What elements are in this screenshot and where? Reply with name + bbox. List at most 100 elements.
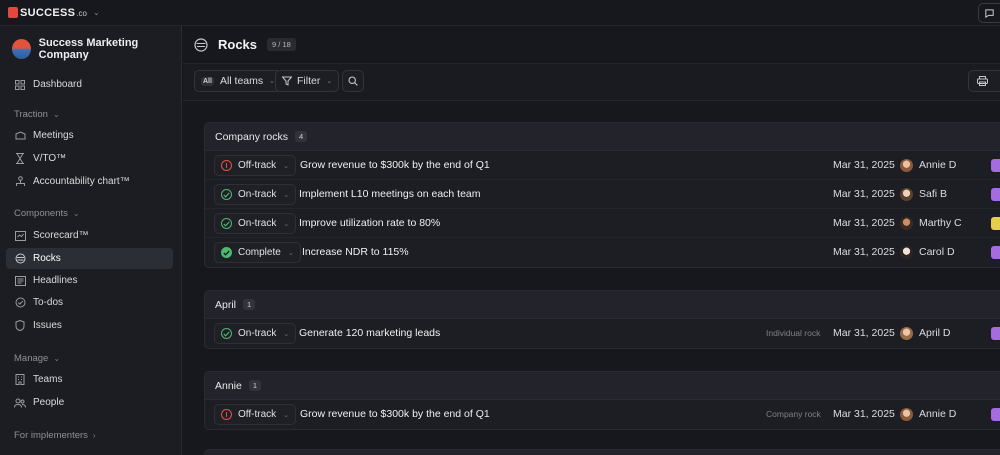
due-date[interactable]: Mar 31, 2025 <box>833 159 895 171</box>
rock-icon <box>14 253 26 265</box>
section-for-implementers[interactable]: For implementers › <box>14 430 96 441</box>
sidebar-item-accountability-chart[interactable]: Accountability chart™ <box>6 171 173 192</box>
sidebar-item-todos[interactable]: To-dos <box>6 292 173 313</box>
rock-title[interactable]: Grow revenue to $300k by the end of Q1 <box>300 408 490 420</box>
tag-badge[interactable] <box>991 246 1000 259</box>
owner-name[interactable]: Annie D <box>919 159 956 171</box>
chevron-down-icon: ⌄ <box>283 411 290 419</box>
owner-name[interactable]: Marthy C <box>919 217 962 229</box>
workspace-switcher[interactable]: SUCCESS .co ⌄ <box>8 7 100 19</box>
shield-icon <box>14 320 26 332</box>
chevron-down-icon: ⌄ <box>52 110 60 119</box>
sidebar-item-dashboard[interactable]: Dashboard <box>6 74 173 95</box>
avatar <box>900 159 913 172</box>
organization-avatar <box>12 39 31 59</box>
chevron-down-icon: ⌄ <box>92 8 100 17</box>
rock-title[interactable]: Generate 120 marketing leads <box>299 327 440 339</box>
owner-name[interactable]: April D <box>919 327 951 339</box>
org-chart-icon <box>14 176 26 188</box>
rock-title[interactable]: Grow revenue to $300k by the end of Q1 <box>300 159 490 171</box>
sidebar-item-issues[interactable]: Issues <box>6 315 173 336</box>
rock-row[interactable]: Complete ⌄ Increase NDR to 115% Mar 31, … <box>205 238 1000 267</box>
sidebar-item-label: People <box>33 397 65 408</box>
sidebar-item-label: To-dos <box>33 297 64 308</box>
status-dropdown[interactable]: On-track ⌄ <box>214 213 297 234</box>
status-label: On-track <box>238 189 277 200</box>
tag-badge[interactable] <box>991 408 1000 421</box>
printer-icon <box>977 76 988 86</box>
check-circle-icon <box>14 297 26 309</box>
rock-title[interactable]: Implement L10 meetings on each team <box>299 188 481 200</box>
status-dropdown[interactable]: Off-track ⌄ <box>214 404 297 425</box>
tag-badge[interactable] <box>991 217 1000 230</box>
section-traction[interactable]: Traction ⌄ <box>14 109 60 120</box>
chat-button[interactable] <box>978 3 1000 23</box>
filter-icon <box>282 76 292 86</box>
due-date[interactable]: Mar 31, 2025 <box>833 246 895 258</box>
owner-name[interactable]: Carol D <box>919 246 955 258</box>
rock-row[interactable]: On-track ⌄ Generate 120 marketing leads … <box>205 319 1000 348</box>
group-header[interactable]: Annie 1 <box>205 372 1000 400</box>
rock-type-label: Individual rock <box>766 328 821 338</box>
alert-circle-icon <box>221 160 232 171</box>
rock-count-badge: 9 / 18 <box>267 38 296 51</box>
group-title: April <box>215 298 237 311</box>
due-date[interactable]: Mar 31, 2025 <box>833 217 895 229</box>
due-date[interactable]: Mar 31, 2025 <box>833 408 895 420</box>
tag-badge[interactable] <box>991 159 1000 172</box>
rock-row[interactable]: Off-track ⌄ Grow revenue to $300k by the… <box>205 400 1000 429</box>
search-button[interactable] <box>342 70 364 92</box>
chevron-down-icon: ⌄ <box>326 78 333 85</box>
rock-title[interactable]: Improve utilization rate to 80% <box>299 217 440 229</box>
sidebar-item-label: Dashboard <box>33 79 82 90</box>
tag-badge[interactable] <box>991 188 1000 201</box>
rock-title[interactable]: Increase NDR to 115% <box>302 246 409 258</box>
status-label: Off-track <box>238 160 277 171</box>
page-header: Rocks 9 / 18 <box>183 26 1000 64</box>
owner-name[interactable]: Safi B <box>919 188 947 200</box>
rock-row[interactable]: Off-track ⌄ Grow revenue to $300k by the… <box>205 151 1000 180</box>
filter-button[interactable]: Filter ⌄ <box>275 70 340 92</box>
team-selector[interactable]: All All teams ⌄ <box>194 70 283 92</box>
sidebar-item-headlines[interactable]: Headlines <box>6 270 173 291</box>
chevron-down-icon: ⌄ <box>72 209 80 218</box>
group-header[interactable]: Company rocks 4 <box>205 123 1000 151</box>
group-count: 1 <box>243 299 256 310</box>
due-date[interactable]: Mar 31, 2025 <box>833 188 895 200</box>
status-dropdown[interactable]: Off-track ⌄ <box>214 155 297 176</box>
chevron-down-icon: ⌄ <box>283 191 290 199</box>
logo-text: SUCCESS <box>20 6 76 19</box>
sidebar-item-rocks[interactable]: Rocks <box>6 248 173 269</box>
section-components[interactable]: Components ⌄ <box>14 208 80 219</box>
avatar <box>900 408 913 421</box>
owner-name[interactable]: Annie D <box>919 408 956 420</box>
sidebar-item-label: Scorecard™ <box>33 230 89 241</box>
group-title: Annie <box>215 379 242 392</box>
sidebar-item-people[interactable]: People <box>6 392 173 413</box>
section-label: Manage <box>14 353 49 364</box>
group-count: 1 <box>248 380 262 391</box>
rock-row[interactable]: On-track ⌄ Implement L10 meetings on eac… <box>205 180 1000 209</box>
chevron-down-icon: ⌄ <box>287 249 294 257</box>
print-button[interactable] <box>968 70 1000 92</box>
status-dropdown[interactable]: On-track ⌄ <box>214 323 297 344</box>
status-dropdown[interactable]: On-track ⌄ <box>214 184 297 205</box>
sidebar-item-teams[interactable]: Teams <box>6 369 173 390</box>
scorecard-icon <box>14 230 26 242</box>
sidebar-item-vto[interactable]: V/TO™ <box>6 148 173 169</box>
tag-badge[interactable] <box>991 327 1000 340</box>
status-dropdown[interactable]: Complete ⌄ <box>214 242 301 263</box>
chevron-down-icon: ⌄ <box>283 330 290 338</box>
rock-row[interactable]: On-track ⌄ Improve utilization rate to 8… <box>205 209 1000 238</box>
due-date[interactable]: Mar 31, 2025 <box>833 327 895 339</box>
organization-header[interactable]: Success Marketing Company <box>12 37 181 61</box>
section-manage[interactable]: Manage ⌄ <box>14 353 60 364</box>
sidebar-item-meetings[interactable]: Meetings <box>6 125 173 146</box>
check-circle-icon <box>221 189 232 200</box>
sidebar-item-label: Meetings <box>33 130 74 141</box>
sidebar-item-scorecard[interactable]: Scorecard™ <box>6 225 173 246</box>
sidebar-item-label: Accountability chart™ <box>33 176 130 187</box>
group-title: Company rocks <box>215 130 288 143</box>
logo-icon <box>8 7 18 18</box>
group-header[interactable]: April 1 <box>205 291 1000 319</box>
